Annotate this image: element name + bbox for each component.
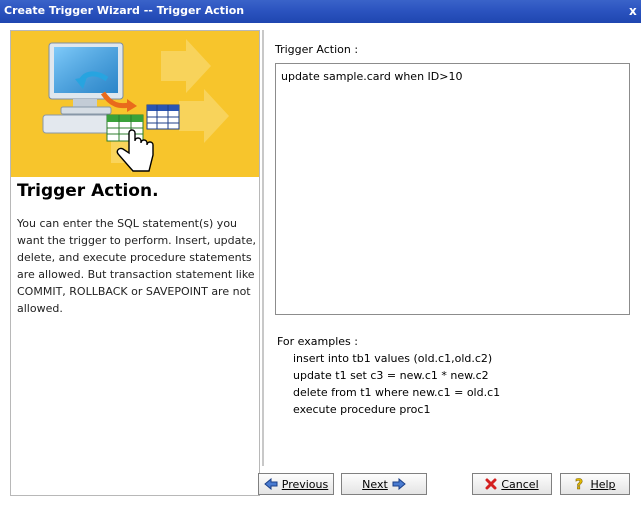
previous-label: Previous <box>281 477 329 491</box>
examples-block: For examples : insert into tb1 values (o… <box>277 333 500 418</box>
step-description: You can enter the SQL statement(s) you w… <box>17 217 256 315</box>
arrow-left-icon <box>263 478 278 490</box>
trigger-action-label: Trigger Action : <box>275 43 359 56</box>
next-label: Next <box>362 477 388 491</box>
window-title: Create Trigger Wizard -- Trigger Action <box>4 4 245 17</box>
trigger-action-input[interactable]: update sample.card when ID>10 <box>275 63 630 315</box>
example-line: update t1 set c3 = new.c1 * new.c2 <box>293 369 489 382</box>
arrow-right-icon <box>392 478 406 490</box>
panel-divider <box>262 30 265 466</box>
example-line: delete from t1 where new.c1 = old.c1 <box>293 386 501 399</box>
close-button[interactable]: x <box>629 3 641 19</box>
question-icon: ? <box>574 477 586 491</box>
red-x-icon <box>485 478 497 490</box>
left-info-panel: Trigger Action. You can enter the SQL st… <box>10 30 260 496</box>
example-line: insert into tb1 values (old.c1,old.c2) <box>293 352 493 365</box>
title-bar: Create Trigger Wizard -- Trigger Action … <box>0 0 641 23</box>
monitor-table-hand-illustration <box>42 39 229 173</box>
step-heading: Trigger Action. <box>17 181 159 201</box>
help-label: Help <box>590 477 616 491</box>
examples-heading: For examples : <box>277 335 358 348</box>
cancel-label: Cancel <box>501 477 539 491</box>
button-bar: Previous Next Cancel ? Help <box>258 467 641 507</box>
help-button[interactable]: ? Help <box>560 473 630 495</box>
banner-illustration <box>11 31 259 177</box>
svg-text:?: ? <box>575 477 583 491</box>
cancel-button[interactable]: Cancel <box>472 473 552 495</box>
previous-button[interactable]: Previous <box>258 473 334 495</box>
next-button[interactable]: Next <box>341 473 427 495</box>
example-line: execute procedure proc1 <box>293 403 431 416</box>
